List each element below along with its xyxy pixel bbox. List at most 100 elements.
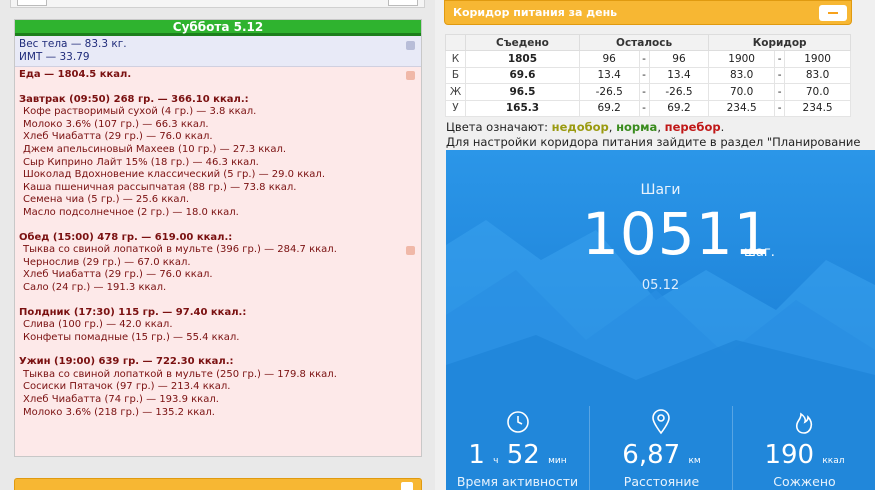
- minus-icon: [828, 12, 838, 14]
- stat-label: Сожжено: [773, 474, 836, 489]
- meal-title: Завтрак (09:50) 268 гр. — 366.10 ккал.:: [19, 93, 249, 105]
- steps-unit: шаг.: [744, 245, 775, 260]
- eaten-value: 96.5: [465, 83, 580, 101]
- expand-button[interactable]: [401, 482, 413, 490]
- corridor-row: Б 69.6 13.4-13.4 83.0-83.0: [445, 66, 851, 84]
- meal-item: Каша пшеничная рассыпчатая (88 гр.) — 73…: [23, 181, 297, 193]
- corridor-min: 83.0: [708, 66, 776, 84]
- corridor-dash: -: [774, 83, 786, 101]
- meal-item: Молоко 3.6% (107 гр.) — 66.3 ккал.: [23, 118, 209, 130]
- edit-meal-icon[interactable]: [406, 245, 415, 255]
- collapse-button[interactable]: [819, 5, 847, 21]
- corridor-dash: -: [774, 99, 786, 117]
- next-day-button[interactable]: [388, 0, 418, 6]
- corridor-title: Коридор питания за день: [453, 6, 618, 19]
- remaining-min: 69.2: [578, 99, 640, 117]
- meal-lunch: Обед (15:00) 478 гр. — 619.00 ккал.: Тык…: [19, 232, 417, 295]
- row-label: Б: [445, 66, 466, 84]
- corridor-dash: -: [774, 66, 786, 84]
- legend-norm: норма: [616, 120, 658, 134]
- activity-stats: 1 ч 52 мин Время активности 6,87 км Расс…: [446, 406, 875, 490]
- column-header: Съедено: [465, 34, 580, 51]
- row-label: У: [445, 99, 466, 117]
- eaten-value: 69.6: [465, 66, 580, 84]
- meal-item: Хлеб Чиабатта (74 гр.) — 193.9 ккал.: [23, 394, 219, 406]
- corridor-max: 1900: [784, 50, 851, 68]
- corridor-row: У 165.3 69.2-69.2 234.5-234.5: [445, 99, 851, 117]
- meal-item: Хлеб Чиабатта (29 гр.) — 76.0 ккал.: [23, 269, 213, 281]
- meal-snack: Полдник (17:30) 115 гр. — 97.40 ккал.: С…: [19, 307, 417, 345]
- stat-value: 190 ккал: [764, 440, 845, 470]
- stat-active-time[interactable]: 1 ч 52 мин Время активности: [446, 406, 589, 490]
- corridor-min: 70.0: [708, 83, 776, 101]
- corridor-min: 1900: [708, 50, 776, 68]
- meal-item: Масло подсолнечное (2 гр.) — 18.0 ккал.: [23, 206, 239, 218]
- meal-item: Джем апельсиновый Махеев (10 гр.) — 27.3…: [23, 143, 287, 155]
- legend-end: .: [720, 120, 725, 134]
- meal-item: Сало (24 гр.) — 191.3 ккал.: [23, 281, 167, 293]
- meal-item: Тыква со свиной лопаткой в мульте (250 г…: [23, 368, 337, 380]
- stat-value: 6,87 км: [622, 440, 701, 470]
- edit-food-icon[interactable]: [406, 71, 415, 80]
- remaining-dash: -: [638, 66, 650, 84]
- meal-item: Конфеты помадные (15 гр.) — 55.4 ккал.: [23, 331, 240, 343]
- steps-date: 05.12: [641, 278, 680, 293]
- clock-icon: [506, 411, 529, 433]
- food-list: Еда — 1804.5 ккал. Завтрак (09:50) 268 г…: [15, 67, 421, 421]
- body-metrics: Вес тела — 83.3 кг. ИМТ — 33.79: [15, 36, 421, 67]
- color-legend: Цвета означают: недобор, норма, перебор.: [446, 120, 724, 134]
- remaining-max: 69.2: [648, 99, 710, 117]
- meal-item: Молоко 3.6% (218 гр.) — 135.2 ккал.: [23, 406, 215, 418]
- row-label: Ж: [445, 83, 466, 101]
- stat-label: Расстояние: [623, 474, 700, 489]
- eaten-value: 1805: [465, 50, 580, 68]
- meal-title: Полдник (17:30) 115 гр. — 97.40 ккал.:: [19, 306, 247, 318]
- corridor-note: Для настройки коридора питания зайдите в…: [446, 135, 861, 149]
- date-navigation-strip: [10, 0, 425, 8]
- meal-item: Сыр Киприно Лайт 15% (18 гр.) — 46.3 кка…: [23, 156, 259, 168]
- column-header: Осталось: [578, 34, 710, 51]
- corridor-row: Ж 96.5 -26.5- -26.5 70.0-70.0: [445, 83, 851, 101]
- remaining-dash: -: [638, 83, 650, 101]
- remaining-max: 13.4: [648, 66, 710, 84]
- remaining-min: 13.4: [578, 66, 640, 84]
- previous-day-button[interactable]: [17, 0, 47, 6]
- meal-item: Слива (100 гр.) — 42.0 ккал.: [23, 319, 173, 331]
- meal-item: Сосиски Пятачок (97 гр.) — 213.4 ккал.: [23, 381, 231, 393]
- meal-title: Обед (15:00) 478 гр. — 619.00 ккал.:: [19, 231, 233, 243]
- corridor-header[interactable]: Коридор питания за день: [444, 0, 852, 25]
- corridor-dash: -: [774, 50, 786, 68]
- next-section-header[interactable]: [14, 478, 422, 490]
- legend-prefix: Цвета означают:: [446, 120, 552, 134]
- meal-item: Шоколад Вдохновение классический (5 гр.)…: [23, 169, 325, 181]
- legend-separator: ,: [657, 120, 665, 134]
- flame-icon: [795, 412, 813, 434]
- corridor-max: 70.0: [784, 83, 851, 101]
- legend-under: недобор: [551, 120, 609, 134]
- remaining-dash: -: [638, 50, 650, 68]
- stat-calories[interactable]: 190 ккал Сожжено: [732, 406, 875, 490]
- scale-icon[interactable]: [406, 41, 415, 50]
- eaten-value: 165.3: [465, 99, 580, 117]
- stat-distance[interactable]: 6,87 км Расстояние: [589, 406, 732, 490]
- meal-item: Чернослив (29 гр.) — 67.0 ккал.: [23, 256, 191, 268]
- steps-screenshot: Шаги 10511 шаг. 05.12 1 ч 52 мин Время а…: [446, 150, 875, 490]
- remaining-max: -26.5: [648, 83, 710, 101]
- meal-breakfast: Завтрак (09:50) 268 гр. — 366.10 ккал.: …: [19, 94, 417, 220]
- column-header: [445, 34, 466, 51]
- stat-label: Время активности: [456, 474, 579, 489]
- body-weight: Вес тела — 83.3 кг.: [19, 38, 127, 50]
- meal-title: Ужин (19:00) 639 гр. — 722.30 ккал.:: [19, 356, 234, 368]
- remaining-min: -26.5: [578, 83, 640, 101]
- corridor-max: 83.0: [784, 66, 851, 84]
- food-diary-panel: Суббота 5.12 Вес тела — 83.3 кг. ИМТ — 3…: [0, 0, 435, 490]
- day-title: Суббота 5.12: [15, 20, 421, 36]
- corridor-row: К 1805 96-96 1900-1900: [445, 50, 851, 68]
- meal-item: Хлеб Чиабатта (29 гр.) — 76.0 ккал.: [23, 131, 213, 143]
- meal-dinner: Ужин (19:00) 639 гр. — 722.30 ккал.: Тык…: [19, 356, 417, 419]
- day-card: Суббота 5.12 Вес тела — 83.3 кг. ИМТ — 3…: [14, 19, 422, 457]
- meal-item: Семена чиа (5 гр.) — 25.6 ккал.: [23, 194, 190, 206]
- legend-separator: ,: [608, 120, 617, 134]
- row-label: К: [445, 50, 466, 68]
- meal-item: Тыква со свиной лопаткой в мульте (396 г…: [23, 244, 337, 256]
